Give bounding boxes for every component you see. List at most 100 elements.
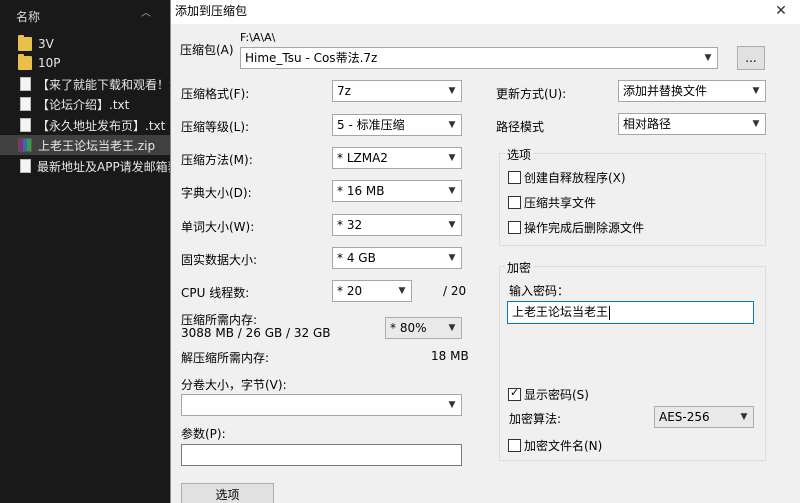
- file-name: 3V: [38, 37, 54, 51]
- chevron-down-icon: ▼: [398, 286, 406, 296]
- text-file-icon: [20, 159, 31, 173]
- sfx-checkbox[interactable]: 创建自释放程序(X): [508, 169, 626, 186]
- list-item-selected[interactable]: 上老王论坛当老王.zip: [0, 135, 170, 155]
- delete-after-checkbox[interactable]: 操作完成后删除源文件: [508, 219, 644, 236]
- chevron-down-icon: ▼: [448, 253, 456, 263]
- chevron-down-icon: ▼: [740, 412, 748, 422]
- format-value: 7z: [337, 84, 351, 98]
- encryption-group-title: 加密: [505, 259, 534, 276]
- checkbox-icon[interactable]: [508, 221, 521, 234]
- browse-button[interactable]: ...: [737, 46, 765, 70]
- chevron-down-icon: ▼: [448, 86, 456, 96]
- list-item[interactable]: 【来了就能下载和观看！免: [0, 74, 170, 94]
- chevron-down-icon: ▼: [448, 153, 456, 163]
- solid-size-value: * 4 GB: [337, 251, 376, 265]
- options-group-title: 选项: [505, 146, 534, 163]
- checkbox-icon[interactable]: [508, 171, 521, 184]
- decompress-memory-label: 解压缩所需内存:: [181, 351, 270, 365]
- options-button[interactable]: 选项: [181, 483, 274, 503]
- encrypt-names-label: 加密文件名(N): [524, 439, 603, 453]
- memory-usage-value: * 80%: [390, 321, 427, 335]
- file-name: 【来了就能下载和观看！免: [37, 77, 170, 92]
- word-size-value: * 32: [337, 218, 363, 232]
- file-explorer-pane: 名称 ︿ 3V 10P 【来了就能下载和观看！免 【论坛介绍】.txt 【永久地…: [0, 0, 170, 503]
- chevron-up-icon[interactable]: ︿: [138, 4, 154, 19]
- update-mode-label: 更新方式(U):: [496, 87, 567, 101]
- column-header-name[interactable]: 名称: [16, 8, 40, 25]
- word-size-select[interactable]: * 32 ▼: [332, 214, 462, 236]
- memory-detail: 3088 MB / 26 GB / 32 GB: [181, 326, 331, 340]
- cpu-threads-select[interactable]: * 20 ▼: [332, 280, 412, 302]
- params-label: 参数(P):: [181, 427, 226, 441]
- chevron-down-icon[interactable]: ▼: [699, 48, 717, 68]
- chevron-down-icon: ▼: [752, 86, 760, 96]
- delete-after-label: 操作完成后删除源文件: [524, 221, 645, 235]
- text-caret: [609, 305, 611, 320]
- archive-path: F:\A\A\: [240, 31, 276, 44]
- list-item[interactable]: 最新地址及APP请发邮箱获: [0, 156, 170, 176]
- solid-size-select[interactable]: * 4 GB ▼: [332, 247, 462, 269]
- cpu-threads-value: * 20: [337, 284, 363, 298]
- file-name: 10P: [38, 56, 61, 70]
- split-size-combo[interactable]: ▼: [181, 394, 462, 416]
- list-item[interactable]: 【永久地址发布页】.txt: [0, 115, 170, 135]
- level-value: 5 - 标准压缩: [337, 118, 405, 132]
- dict-size-select[interactable]: * 16 MB ▼: [332, 180, 462, 202]
- checkbox-icon[interactable]: [508, 196, 521, 209]
- folder-icon: [18, 54, 32, 70]
- method-label: 压缩方法(M):: [181, 153, 253, 167]
- archive-name-combo[interactable]: Hime_Tsu - Cos蒂法.7z ▼: [240, 47, 718, 69]
- checkbox-checked-icon[interactable]: [508, 386, 521, 401]
- add-to-archive-dialog: 添加到压缩包 ✕ 压缩包(A) F:\A\A\ Hime_Tsu - Cos蒂法…: [170, 0, 800, 503]
- checkbox-icon[interactable]: [508, 439, 521, 452]
- encrypt-names-checkbox[interactable]: 加密文件名(N): [508, 437, 602, 454]
- format-label: 压缩格式(F):: [181, 87, 250, 101]
- title-bar[interactable]: 添加到压缩包 ✕: [171, 0, 800, 24]
- update-mode-value: 添加并替换文件: [623, 84, 708, 98]
- archive-label: 压缩包(A): [180, 43, 234, 57]
- password-label: 输入密码：: [509, 284, 570, 298]
- encryption-method-select[interactable]: AES-256 ▼: [654, 406, 754, 428]
- cpu-threads-total: / 20: [443, 284, 467, 298]
- dict-size-value: * 16 MB: [337, 184, 385, 198]
- text-file-icon: [20, 118, 31, 132]
- decompress-memory-value: 18 MB: [431, 349, 469, 363]
- memory-usage-select[interactable]: * 80% ▼: [385, 317, 462, 339]
- update-mode-select[interactable]: 添加并替换文件 ▼: [618, 80, 766, 102]
- dialog-title: 添加到压缩包: [175, 4, 248, 18]
- params-input[interactable]: [181, 444, 462, 466]
- archive-name-value: Hime_Tsu - Cos蒂法.7z: [245, 51, 378, 65]
- level-label: 压缩等级(L):: [181, 120, 250, 134]
- chevron-down-icon: ▼: [752, 119, 760, 129]
- shared-files-checkbox[interactable]: 压缩共享文件: [508, 194, 596, 211]
- chevron-down-icon: ▼: [448, 220, 456, 230]
- file-name: 最新地址及APP请发邮箱获: [37, 159, 170, 174]
- format-select[interactable]: 7z ▼: [332, 80, 462, 102]
- file-name: 上老王论坛当老王.zip: [38, 138, 156, 153]
- split-size-label: 分卷大小，字节(V):: [181, 378, 287, 392]
- path-mode-label: 路径模式: [496, 120, 545, 134]
- chevron-down-icon: ▼: [448, 120, 456, 130]
- file-name: 【论坛介绍】.txt: [37, 97, 130, 112]
- show-password-checkbox[interactable]: 显示密码(S): [508, 386, 589, 403]
- text-file-icon: [20, 77, 31, 91]
- password-input[interactable]: 上老王论坛当老王: [507, 301, 754, 324]
- method-value: * LZMA2: [337, 151, 388, 165]
- list-item[interactable]: 【论坛介绍】.txt: [0, 94, 170, 114]
- chevron-down-icon: ▼: [448, 323, 456, 333]
- solid-size-label: 固实数据大小:: [181, 253, 258, 267]
- list-item[interactable]: 10P: [0, 53, 170, 73]
- cpu-threads-label: CPU 线程数:: [181, 286, 250, 300]
- list-item[interactable]: 3V: [0, 34, 170, 54]
- sfx-label: 创建自释放程序(X): [524, 171, 626, 185]
- shared-files-label: 压缩共享文件: [524, 196, 597, 210]
- level-select[interactable]: 5 - 标准压缩 ▼: [332, 114, 462, 136]
- chevron-down-icon: ▼: [448, 400, 456, 410]
- word-size-label: 单词大小(W):: [181, 220, 255, 234]
- folder-icon: [18, 35, 32, 51]
- method-select[interactable]: * LZMA2 ▼: [332, 147, 462, 169]
- encryption-method-value: AES-256: [659, 410, 710, 424]
- close-icon[interactable]: ✕: [761, 0, 800, 22]
- path-mode-select[interactable]: 相对路径 ▼: [618, 113, 766, 135]
- chevron-down-icon: ▼: [448, 186, 456, 196]
